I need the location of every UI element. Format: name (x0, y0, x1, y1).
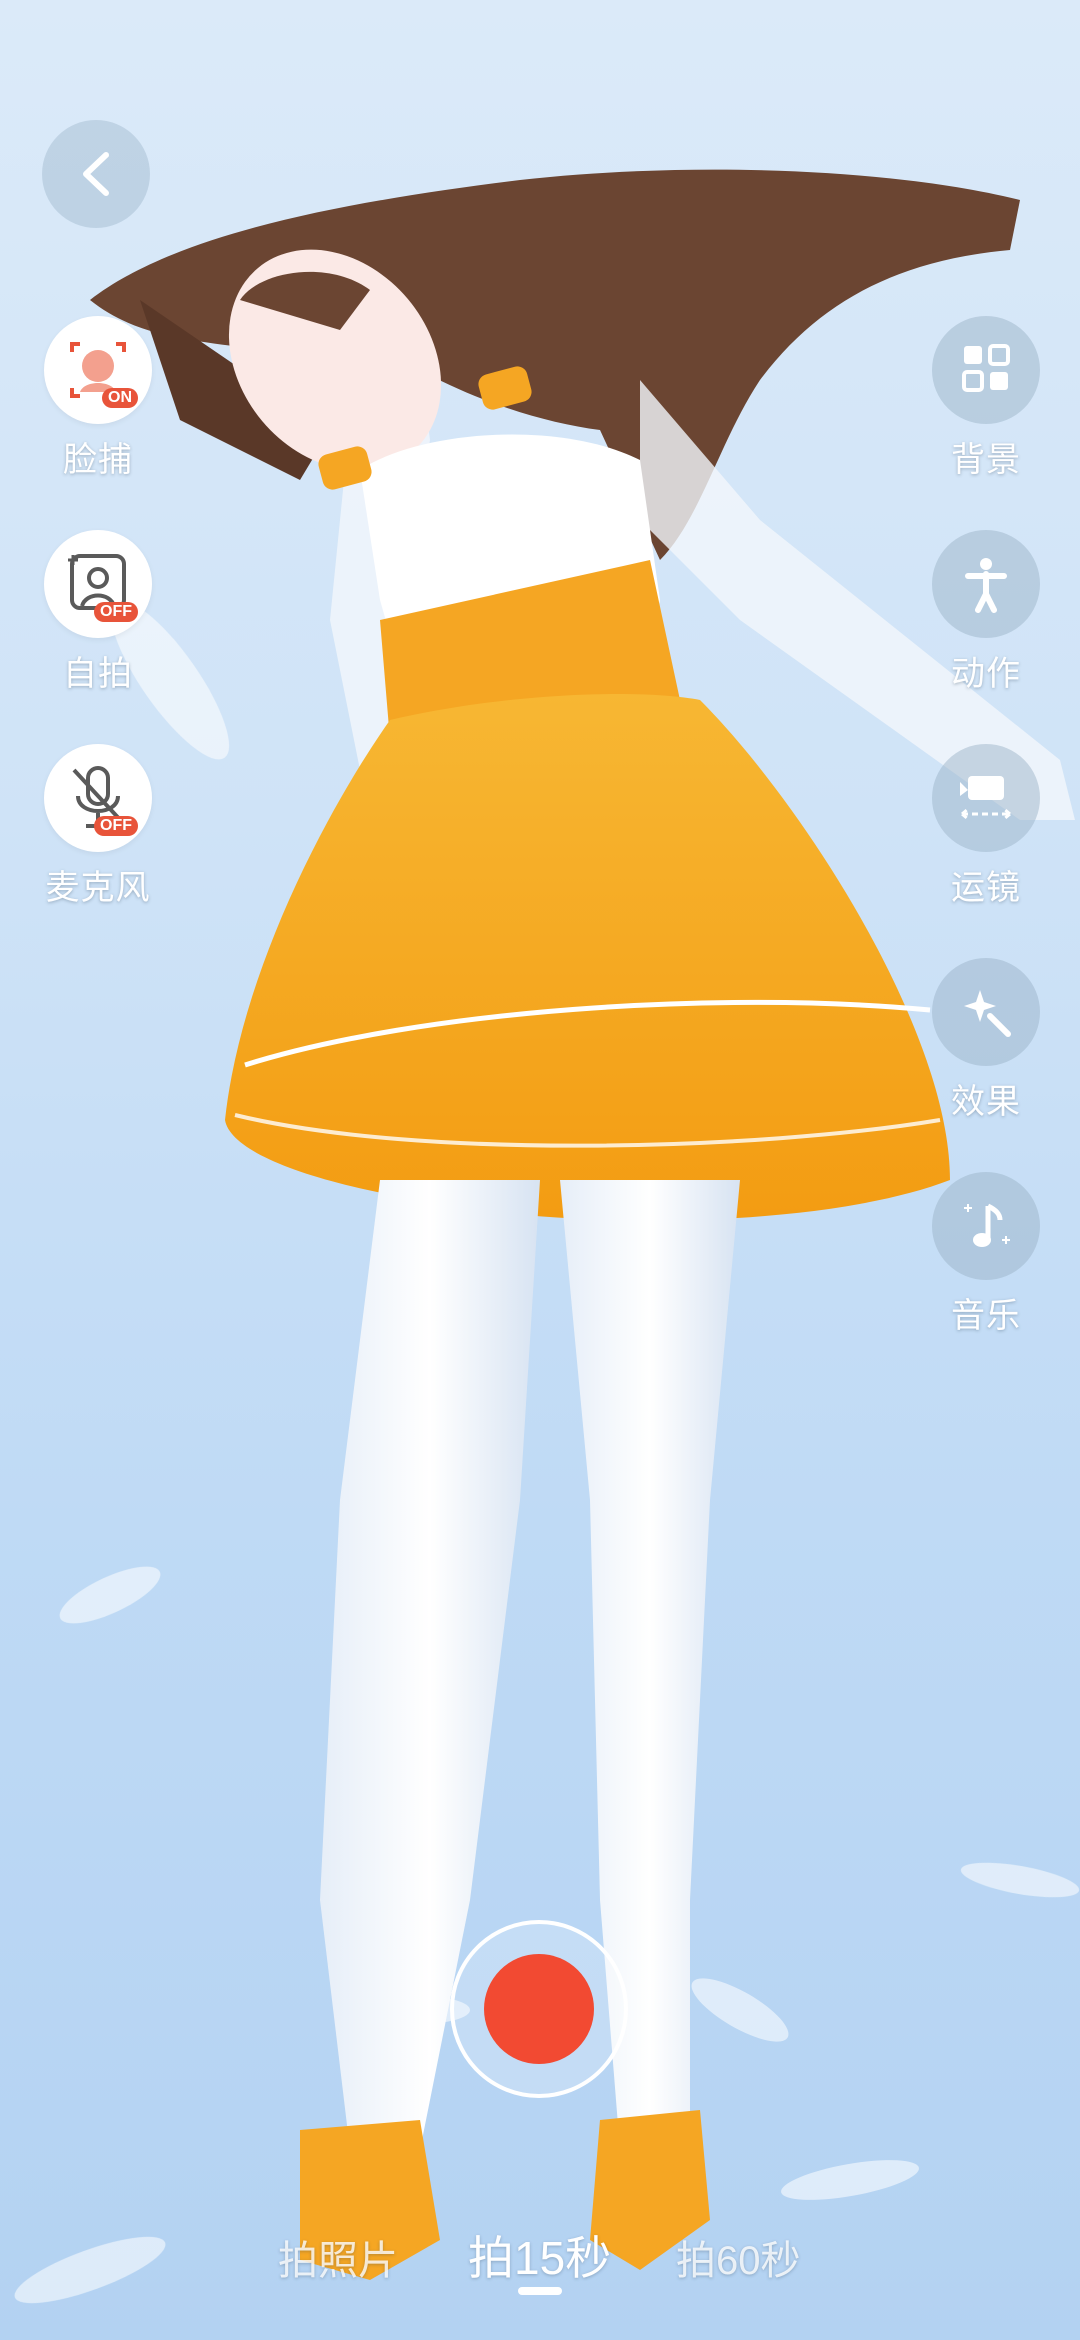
microphone-toggle[interactable]: OFF 麦克风 (44, 744, 152, 909)
camera-move-control[interactable]: 运镜 (932, 744, 1040, 909)
camera-move-button[interactable] (932, 744, 1040, 852)
face-capture-toggle[interactable]: ON 脸捕 (44, 316, 152, 481)
face-capture-button[interactable]: ON (44, 316, 152, 424)
face-capture-label: 脸捕 (63, 441, 133, 479)
music-control[interactable]: 音乐 (932, 1172, 1040, 1337)
background-control[interactable]: 背景 (932, 316, 1040, 481)
selfie-button[interactable]: OFF (44, 530, 152, 638)
effects-control[interactable]: 效果 (932, 958, 1040, 1123)
action-control[interactable]: 动作 (932, 530, 1040, 695)
capture-mode-selector: 拍照片 拍15秒 拍60秒 (0, 2218, 1080, 2298)
camera-move-label: 运镜 (951, 869, 1021, 907)
person-pose-icon (965, 558, 1007, 613)
camera-move-icon (960, 776, 1011, 821)
action-label: 动作 (951, 655, 1021, 693)
microphone-button[interactable]: OFF (44, 744, 152, 852)
mode-indicator (518, 2287, 562, 2295)
music-label: 音乐 (951, 1297, 1021, 1335)
microphone-label: 麦克风 (45, 869, 151, 907)
status-badge: ON (102, 388, 138, 408)
microphone-muted-icon (72, 766, 126, 828)
mode-60s[interactable]: 拍60秒 (676, 2228, 801, 2286)
background-button[interactable] (932, 316, 1040, 424)
effects-label: 效果 (951, 1083, 1021, 1121)
action-button[interactable] (932, 530, 1040, 638)
record-button[interactable] (450, 1920, 628, 2098)
selfie-portrait-icon (68, 554, 126, 610)
selfie-toggle[interactable]: OFF 自拍 (44, 530, 152, 695)
effects-button[interactable] (932, 958, 1040, 1066)
status-badge: OFF (94, 602, 138, 622)
mode-15s[interactable]: 拍15秒 (468, 2222, 611, 2288)
face-capture-icon (70, 342, 126, 398)
mode-photo[interactable]: 拍照片 (278, 2228, 398, 2286)
music-button[interactable] (932, 1172, 1040, 1280)
magic-wand-icon (964, 990, 1011, 1037)
background-label: 背景 (951, 441, 1021, 479)
chevron-left-icon (83, 152, 109, 196)
status-badge: OFF (94, 816, 138, 836)
background-grid-icon (962, 344, 1010, 392)
selfie-label: 自拍 (63, 655, 133, 693)
back-button[interactable] (42, 120, 150, 228)
music-note-icon (964, 1203, 1010, 1247)
record-dot-icon (484, 1954, 594, 2064)
